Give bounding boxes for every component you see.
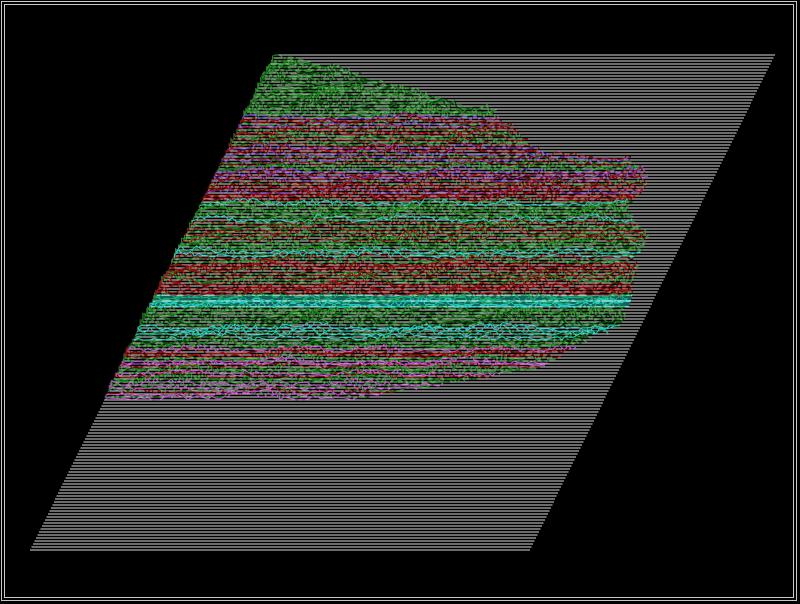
terrain-wireframe-render bbox=[30, 54, 775, 551]
terrain-heightfield bbox=[103, 54, 649, 401]
render-viewport bbox=[0, 0, 800, 604]
